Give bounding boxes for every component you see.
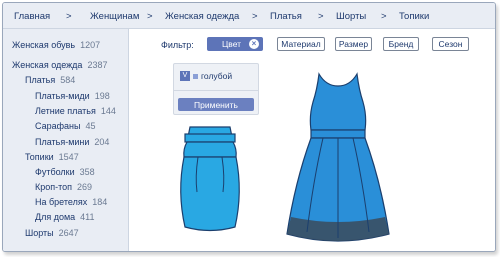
sidebar-item-mini-dresses[interactable]: Платья-мини 204: [35, 137, 109, 147]
sidebar-item-count: 584: [60, 75, 76, 85]
filter-chip-brand[interactable]: Бренд: [383, 37, 419, 51]
breadcrumb-separator: >: [252, 11, 258, 22]
sidebar-item-count: 2647: [58, 228, 79, 238]
app-window: Главная > Женщинам > Женская одежда > Пл…: [2, 2, 496, 252]
dress-icon[interactable]: [170, 97, 250, 247]
filter-chip-size[interactable]: Размер: [335, 37, 372, 51]
sidebar-item-count: 411: [80, 212, 95, 222]
filter-chip-season[interactable]: Сезон: [432, 37, 469, 51]
sidebar-item-tshirts[interactable]: Футболки 358: [35, 167, 95, 177]
sidebar-item-count: 184: [92, 197, 108, 207]
dress-icon[interactable]: [283, 72, 393, 252]
color-filter-dropdown: V голубой Применить: [173, 63, 259, 115]
sidebar-item-label: Кроп-топ: [35, 182, 73, 192]
sidebar-item-label: Женская обувь: [12, 40, 76, 50]
sidebar-item-label: Платья: [25, 75, 56, 85]
sidebar-item-label: Женская одежда: [12, 60, 83, 70]
breadcrumb-shorts[interactable]: Шорты: [336, 11, 366, 22]
sidebar-item-womens-clothing[interactable]: Женская одежда 2387: [12, 60, 107, 70]
sidebar-item-count: 269: [77, 182, 93, 192]
sidebar-item-label: Летние платья: [35, 106, 96, 116]
filter-label: Фильтр:: [161, 40, 194, 50]
sidebar-item-label: На бретелях: [35, 197, 88, 207]
sidebar-item-shorts[interactable]: Шорты 2647: [25, 228, 79, 238]
sidebar-item-strappy[interactable]: На бретелях 184: [35, 197, 107, 207]
breadcrumb-dresses[interactable]: Платья: [270, 11, 302, 22]
breadcrumb-home[interactable]: Главная: [14, 11, 50, 22]
product-area: Фильтр: Цвет × Материал Размер Бренд Сез…: [130, 29, 495, 252]
close-icon[interactable]: ×: [249, 39, 259, 49]
breadcrumb-tops[interactable]: Топики: [399, 11, 429, 22]
sidebar-item-crop-tops[interactable]: Кроп-топ 269: [35, 182, 92, 192]
breadcrumb-womens-clothing[interactable]: Женская одежда: [165, 11, 239, 22]
sidebar-item-label: Для дома: [35, 212, 76, 222]
breadcrumb-separator: >: [66, 11, 72, 22]
sidebar-item-label: Шорты: [25, 228, 54, 238]
breadcrumb: Главная > Женщинам > Женская одежда > Пл…: [3, 3, 495, 29]
sidebar-item-label: Сарафаны: [35, 121, 81, 131]
filter-chip-material[interactable]: Материал: [277, 37, 325, 51]
sidebar-item-sundresses[interactable]: Сарафаны 45: [35, 121, 95, 131]
breadcrumb-separator: >: [318, 11, 324, 22]
sidebar-item-summer-dresses[interactable]: Летние платья 144: [35, 106, 116, 116]
sidebar-item-womens-shoes[interactable]: Женская обувь 1207: [12, 40, 100, 50]
filter-chip-color[interactable]: Цвет ×: [207, 37, 263, 51]
checkbox-checked[interactable]: V: [180, 71, 190, 81]
breadcrumb-women[interactable]: Женщинам: [90, 11, 139, 22]
sidebar-item-count: 1207: [80, 40, 101, 50]
breadcrumb-separator: >: [147, 11, 153, 22]
sidebar-item-count: 358: [79, 167, 95, 177]
sidebar-item-count: 1547: [58, 152, 79, 162]
sidebar-item-label: Платья-миди: [35, 91, 90, 101]
sidebar-item-label: Топики: [25, 152, 54, 162]
sidebar-item-dresses[interactable]: Платья 584: [25, 75, 75, 85]
sidebar-item-count: 204: [94, 137, 110, 147]
sidebar-item-count: 2387: [87, 60, 108, 70]
sidebar-item-home-wear[interactable]: Для дома 411: [35, 212, 95, 222]
color-option-label[interactable]: голубой: [201, 71, 232, 81]
sidebar-item-tops[interactable]: Топики 1547: [25, 152, 79, 162]
dropdown-divider: [174, 90, 258, 91]
sidebar-item-label: Футболки: [35, 167, 75, 177]
breadcrumb-separator: >: [381, 11, 387, 22]
category-sidebar: Женская обувь 1207 Женская одежда 2387 Пла…: [3, 29, 129, 251]
chip-label: Цвет: [222, 39, 242, 49]
apply-button[interactable]: Применить: [178, 98, 254, 111]
sidebar-item-count: 45: [85, 121, 96, 131]
sidebar-item-count: 198: [94, 91, 110, 101]
color-swatch: [193, 74, 198, 79]
sidebar-item-count: 144: [100, 106, 116, 116]
sidebar-item-label: Платья-мини: [35, 137, 90, 147]
sidebar-item-midi-dresses[interactable]: Платья-миди 198: [35, 91, 110, 101]
